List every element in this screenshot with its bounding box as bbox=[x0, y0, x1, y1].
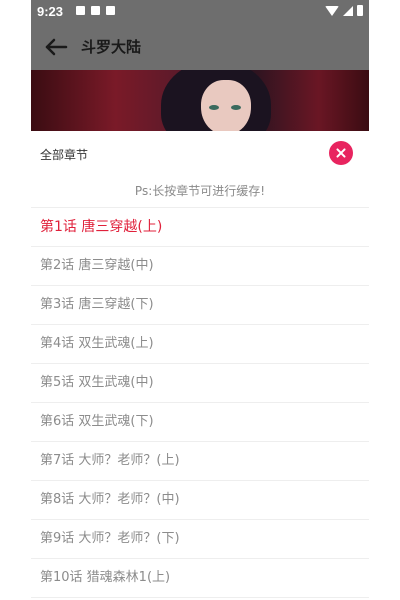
status-right bbox=[325, 5, 363, 16]
chapter-list: 第1话 唐三穿越(上) 第2话 唐三穿越(中) 第3话 唐三穿越(下) 第4话 … bbox=[31, 208, 369, 598]
status-time: 9:23 bbox=[37, 4, 64, 19]
wifi-icon bbox=[325, 5, 339, 16]
chapter-item[interactable]: 第10话 猎魂森林1(上) bbox=[31, 559, 369, 598]
banner-eye bbox=[209, 105, 219, 110]
arrow-left-icon[interactable] bbox=[41, 32, 71, 62]
status-bar: 9:23 bbox=[31, 0, 369, 24]
chapter-item[interactable]: 第5话 双生武魂(中) bbox=[31, 364, 369, 403]
cover-banner bbox=[31, 70, 369, 131]
chapter-item[interactable]: 第1话 唐三穿越(上) bbox=[31, 208, 369, 247]
gallery-notification-icon bbox=[76, 6, 85, 15]
chapter-sheet: 全部章节 Ps:长按章节可进行缓存! 第1话 唐三穿越(上) 第2话 唐三穿越(… bbox=[31, 131, 369, 600]
banner-eye bbox=[231, 105, 241, 110]
chapter-item[interactable]: 第2话 唐三穿越(中) bbox=[31, 247, 369, 286]
cache-hint: Ps:长按章节可进行缓存! bbox=[31, 175, 369, 208]
chapter-item[interactable]: 第3话 唐三穿越(下) bbox=[31, 286, 369, 325]
chapter-item[interactable]: 第7话 大师？老师？(上) bbox=[31, 442, 369, 481]
chapter-item[interactable]: 第4话 双生武魂(上) bbox=[31, 325, 369, 364]
app-notification-icon bbox=[106, 6, 115, 15]
sheet-title: 全部章节 bbox=[40, 148, 89, 162]
battery-icon bbox=[357, 5, 363, 16]
banner-character-face bbox=[201, 80, 251, 131]
app-screen: 9:23 斗罗大陆 全部章节 Ps:长按章节可进行缓存! 第1话 唐三穿越(上)… bbox=[31, 0, 369, 600]
chapter-item[interactable]: 第9话 大师？老师？(下) bbox=[31, 520, 369, 559]
notification-icon bbox=[91, 6, 100, 15]
chapter-item[interactable]: 第6话 双生武魂(下) bbox=[31, 403, 369, 442]
signal-icon bbox=[343, 5, 353, 16]
sheet-header: 全部章节 bbox=[31, 131, 369, 175]
close-icon[interactable] bbox=[329, 141, 353, 165]
toolbar: 斗罗大陆 bbox=[31, 24, 369, 70]
chapter-item[interactable]: 第8话 大师？老师？(中) bbox=[31, 481, 369, 520]
page-title: 斗罗大陆 bbox=[81, 38, 142, 56]
